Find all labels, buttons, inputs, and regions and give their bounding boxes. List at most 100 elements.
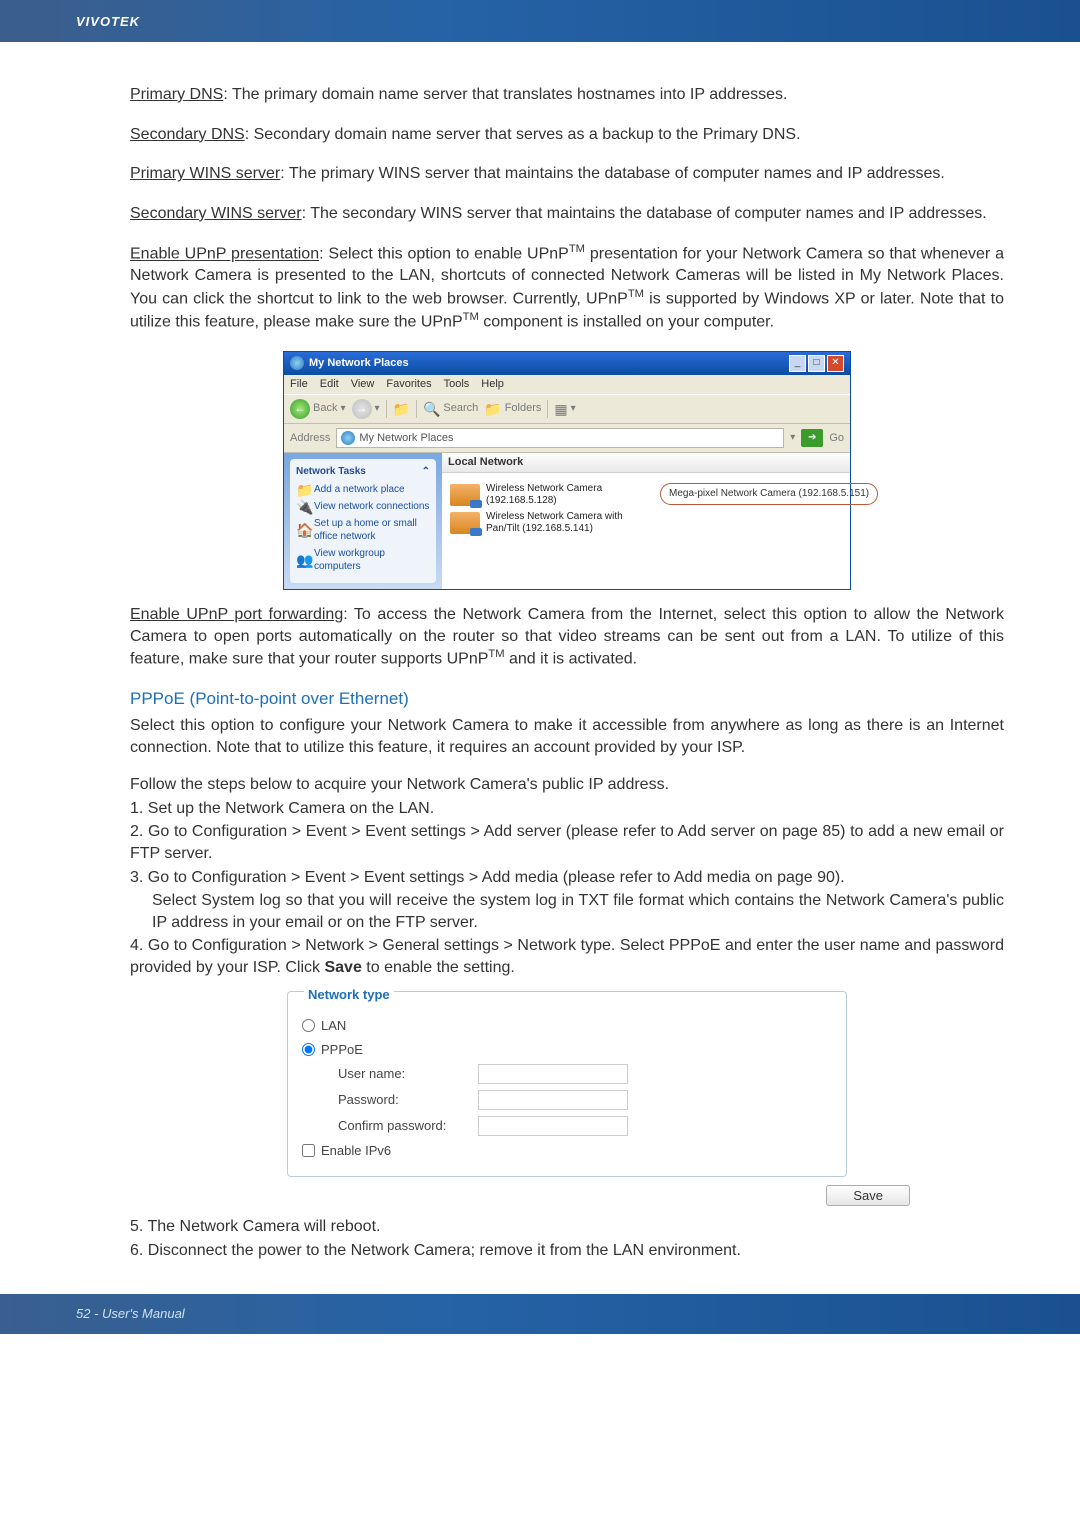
lan-radio[interactable] [302, 1019, 315, 1032]
password-field[interactable] [478, 1090, 628, 1110]
chevron-up-icon: ⌃ [422, 465, 430, 479]
network-tasks-title[interactable]: Network Tasks ⌃ [296, 465, 430, 479]
tm3: TM [463, 311, 479, 323]
connections-icon: 🔌 [296, 500, 310, 514]
views-button[interactable]: ▦▾ [554, 402, 575, 416]
network-places-icon [290, 356, 304, 370]
view-workgroup-link[interactable]: 👥View workgroup computers [296, 547, 430, 574]
footer-text: 52 - User's Manual [76, 1306, 185, 1321]
para-secondary-wins: Secondary WINS server: The secondary WIN… [130, 203, 1004, 225]
enable-ipv6-checkbox[interactable] [302, 1144, 315, 1157]
term-secondary-wins: Secondary WINS server [130, 205, 302, 222]
username-label: User name: [338, 1065, 478, 1083]
address-icon [341, 431, 355, 445]
lan-label: LAN [321, 1017, 346, 1035]
step-2: 2. Go to Configuration > Event > Event s… [130, 821, 1004, 864]
back-arrow-icon: ← [290, 399, 310, 419]
camera-2-text: Wireless Network Camera with Pan/Tilt (1… [486, 511, 650, 535]
term-upnp-presentation: Enable UPnP presentation [130, 246, 319, 263]
follow-steps: Follow the steps below to acquire your N… [130, 774, 1004, 796]
xp-address-bar: Address My Network Places ▾ ➔ Go [284, 424, 850, 454]
step-4-save: Save [324, 959, 361, 976]
menu-view[interactable]: View [351, 377, 375, 392]
term-upnp-forwarding: Enable UPnP port forwarding [130, 606, 343, 623]
tm1: TM [569, 243, 585, 255]
network-type-legend: Network type [304, 986, 394, 1004]
back-dropdown-icon: ▾ [340, 402, 345, 416]
maximize-button[interactable]: □ [808, 355, 825, 372]
text-secondary-dns: : Secondary domain name server that serv… [245, 126, 801, 143]
pppoe-heading: PPPoE (Point-to-point over Ethernet) [130, 688, 1004, 711]
setup-network-link[interactable]: 🏠Set up a home or small office network [296, 517, 430, 544]
address-field[interactable]: My Network Places [336, 428, 784, 449]
up-button[interactable]: 📁 [393, 402, 410, 416]
term-primary-wins: Primary WINS server [130, 165, 280, 182]
menu-help[interactable]: Help [481, 377, 504, 392]
password-label: Password: [338, 1091, 478, 1109]
folders-icon: 📁 [484, 402, 501, 416]
minimize-button[interactable]: _ [789, 355, 806, 372]
go-button[interactable]: ➔ [801, 429, 823, 447]
views-dropdown-icon: ▾ [571, 402, 576, 416]
address-dropdown-icon[interactable]: ▾ [790, 431, 795, 445]
xp-title-text: My Network Places [309, 356, 409, 371]
menu-tools[interactable]: Tools [444, 377, 470, 392]
step-4-a: 4. Go to Configuration > Network > Gener… [130, 937, 1004, 976]
save-button[interactable]: Save [826, 1185, 910, 1206]
folder-up-icon: 📁 [393, 402, 410, 416]
para-primary-wins: Primary WINS server: The primary WINS se… [130, 163, 1004, 185]
back-button[interactable]: ← Back ▾ [290, 399, 346, 419]
step-5: 5. The Network Camera will reboot. [130, 1216, 1004, 1238]
workgroup-icon: 👥 [296, 553, 310, 567]
xp-main: Local Network Wireless Network Camera (1… [442, 453, 850, 589]
brand-text: VIVOTEK [76, 14, 140, 29]
pppoe-radio[interactable] [302, 1043, 315, 1056]
search-button[interactable]: 🔍 Search [423, 401, 478, 416]
address-value: My Network Places [359, 431, 453, 446]
menu-file[interactable]: File [290, 377, 308, 392]
text-primary-wins: : The primary WINS server that maintains… [280, 165, 945, 182]
step-4: 4. Go to Configuration > Network > Gener… [130, 935, 1004, 978]
page-content: Primary DNS: The primary domain name ser… [0, 42, 1080, 1294]
camera-item-2[interactable]: Wireless Network Camera with Pan/Tilt (1… [450, 511, 650, 535]
step-6: 6. Disconnect the power to the Network C… [130, 1240, 1004, 1262]
toolbar-separator [386, 400, 387, 418]
para-secondary-dns: Secondary DNS: Secondary domain name ser… [130, 124, 1004, 146]
username-field[interactable] [478, 1064, 628, 1084]
callout-megapixel: Mega-pixel Network Camera (192.168.5.151… [660, 483, 878, 505]
setup-icon: 🏠 [296, 523, 310, 537]
camera-item-1[interactable]: Wireless Network Camera (192.168.5.128) … [450, 483, 650, 507]
close-button[interactable]: ✕ [827, 355, 844, 372]
text-upnp-a: : Select this option to enable UPnP [319, 246, 569, 263]
text-upnp-fwd-b: and it is activated. [505, 650, 638, 667]
menu-favorites[interactable]: Favorites [386, 377, 431, 392]
view-connections-link[interactable]: 🔌View network connections [296, 500, 430, 514]
para-upnp-presentation: Enable UPnP presentation: Select this op… [130, 242, 1004, 332]
pppoe-label: PPPoE [321, 1041, 363, 1059]
camera-1-name: Wireless Network Camera [486, 483, 602, 495]
confirm-password-label: Confirm password: [338, 1117, 478, 1135]
tm2: TM [628, 288, 644, 300]
xp-titlebar: My Network Places _ □ ✕ [284, 352, 850, 375]
forward-dropdown-icon: ▾ [375, 402, 380, 416]
folders-button[interactable]: 📁 Folders [484, 401, 541, 416]
text-upnp-d: component is installed on your computer. [479, 313, 774, 330]
search-icon: 🔍 [423, 402, 440, 416]
menu-edit[interactable]: Edit [320, 377, 339, 392]
go-label: Go [829, 431, 844, 446]
address-label: Address [290, 431, 330, 446]
tm-fwd: TM [488, 648, 504, 660]
step-3: 3. Go to Configuration > Event > Event s… [130, 867, 1004, 889]
network-type-panel: Network type LAN PPPoE User name: Passwo… [287, 991, 847, 1177]
step-4-c: to enable the setting. [362, 959, 515, 976]
views-icon: ▦ [554, 402, 567, 416]
camera-icon [450, 484, 480, 506]
confirm-password-field[interactable] [478, 1116, 628, 1136]
add-network-place-link[interactable]: 📁Add a network place [296, 483, 430, 497]
pppoe-intro: Select this option to configure your Net… [130, 715, 1004, 758]
forward-button[interactable]: → ▾ [352, 399, 380, 419]
text-secondary-wins: : The secondary WINS server that maintai… [302, 205, 987, 222]
xp-body: Network Tasks ⌃ 📁Add a network place 🔌Vi… [284, 453, 850, 589]
page-footer: 52 - User's Manual [0, 1294, 1080, 1334]
term-secondary-dns: Secondary DNS [130, 126, 245, 143]
